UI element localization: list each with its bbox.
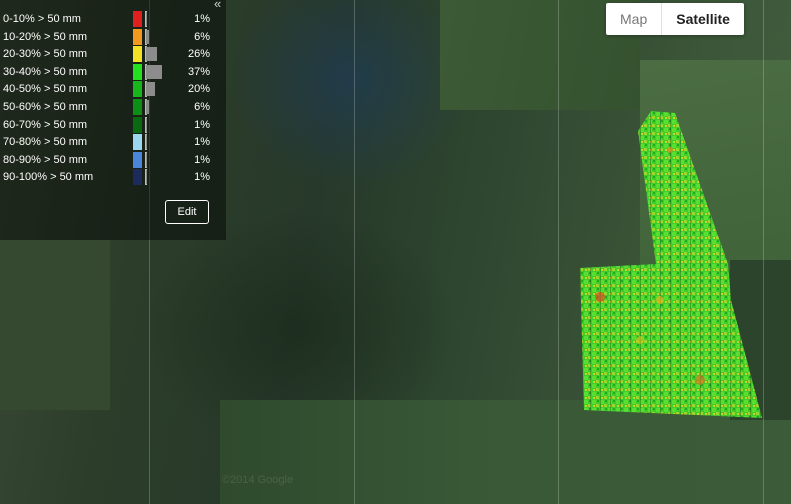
- legend-share-bar: [146, 64, 162, 79]
- legend-share-bar: [146, 100, 149, 114]
- legend-percent: 1%: [194, 118, 210, 131]
- legend-label: 50-60% > 50 mm: [3, 101, 88, 113]
- legend-share-bar: [146, 47, 157, 62]
- legend-label: 10-20% > 50 mm: [3, 30, 88, 43]
- legend-row: 50-60% > 50 mm 6%: [0, 99, 226, 116]
- legend-color-swatch: [133, 28, 142, 45]
- legend-color-swatch: [133, 134, 142, 151]
- legend-share-bar: [146, 152, 147, 167]
- legend-label: 0-10% > 50 mm: [3, 13, 81, 25]
- legend-share-bar: [146, 170, 147, 185]
- legend-row: 30-40% > 50 mm 37%: [0, 63, 226, 81]
- legend-share-bar: [146, 82, 155, 97]
- legend-row: 70-80% > 50 mm 1%: [0, 134, 226, 151]
- legend-percent: 1%: [194, 171, 210, 184]
- legend-panel: « 0-10% > 50 mm 1% 10-20% > 50 mm 6% 20-30% …: [0, 0, 226, 240]
- legend-share-bar: [146, 117, 147, 132]
- edit-button[interactable]: Edit: [165, 200, 209, 224]
- legend-color-swatch: [133, 11, 142, 27]
- map-watermark: ©2014 Google: [222, 474, 294, 486]
- legend-percent: 37%: [187, 65, 210, 78]
- legend-row: 90-100% > 50 mm 1%: [0, 169, 226, 186]
- legend-row: 80-90% > 50 mm 1%: [0, 151, 226, 169]
- legend-label: 80-90% > 50 mm: [3, 153, 88, 166]
- map-type-satellite-button[interactable]: Satellite: [661, 3, 744, 35]
- legend-row: 20-30% > 50 mm 26%: [0, 46, 226, 63]
- legend-label: 30-40% > 50 mm: [3, 65, 88, 78]
- legend-color-swatch: [133, 116, 142, 133]
- legend-color-swatch: [133, 151, 142, 168]
- legend-label: 60-70% > 50 mm: [3, 118, 88, 131]
- legend-color-swatch: [133, 46, 142, 63]
- map-type-map-button[interactable]: Map: [606, 3, 661, 35]
- double-chevron-left-icon[interactable]: «: [214, 0, 221, 11]
- legend-color-swatch: [133, 81, 142, 98]
- legend-percent: 6%: [194, 30, 210, 43]
- legend-row: 0-10% > 50 mm 1%: [0, 11, 226, 28]
- legend-percent: 6%: [194, 101, 210, 113]
- legend-percent: 20%: [187, 83, 210, 96]
- legend-share-bar: [146, 135, 147, 150]
- legend-label: 40-50% > 50 mm: [3, 83, 88, 96]
- legend-color-swatch: [133, 63, 142, 80]
- legend-color-swatch: [133, 169, 142, 186]
- legend-label: 20-30% > 50 mm: [3, 48, 88, 61]
- legend-label: 90-100% > 50 mm: [3, 171, 94, 184]
- legend-share-bar: [146, 29, 149, 44]
- legend-row: 10-20% > 50 mm 6%: [0, 28, 226, 46]
- legend-color-swatch: [133, 99, 142, 115]
- legend-percent: 1%: [194, 153, 210, 166]
- legend-share-bar: [146, 12, 147, 26]
- legend-label: 70-80% > 50 mm: [3, 136, 88, 149]
- legend-percent: 1%: [194, 136, 210, 149]
- legend-percent: 1%: [194, 13, 210, 25]
- map-type-control: Map Satellite: [606, 3, 744, 35]
- legend-row: 60-70% > 50 mm 1%: [0, 116, 226, 134]
- legend-percent: 26%: [187, 48, 210, 61]
- legend-row: 40-50% > 50 mm 20%: [0, 81, 226, 98]
